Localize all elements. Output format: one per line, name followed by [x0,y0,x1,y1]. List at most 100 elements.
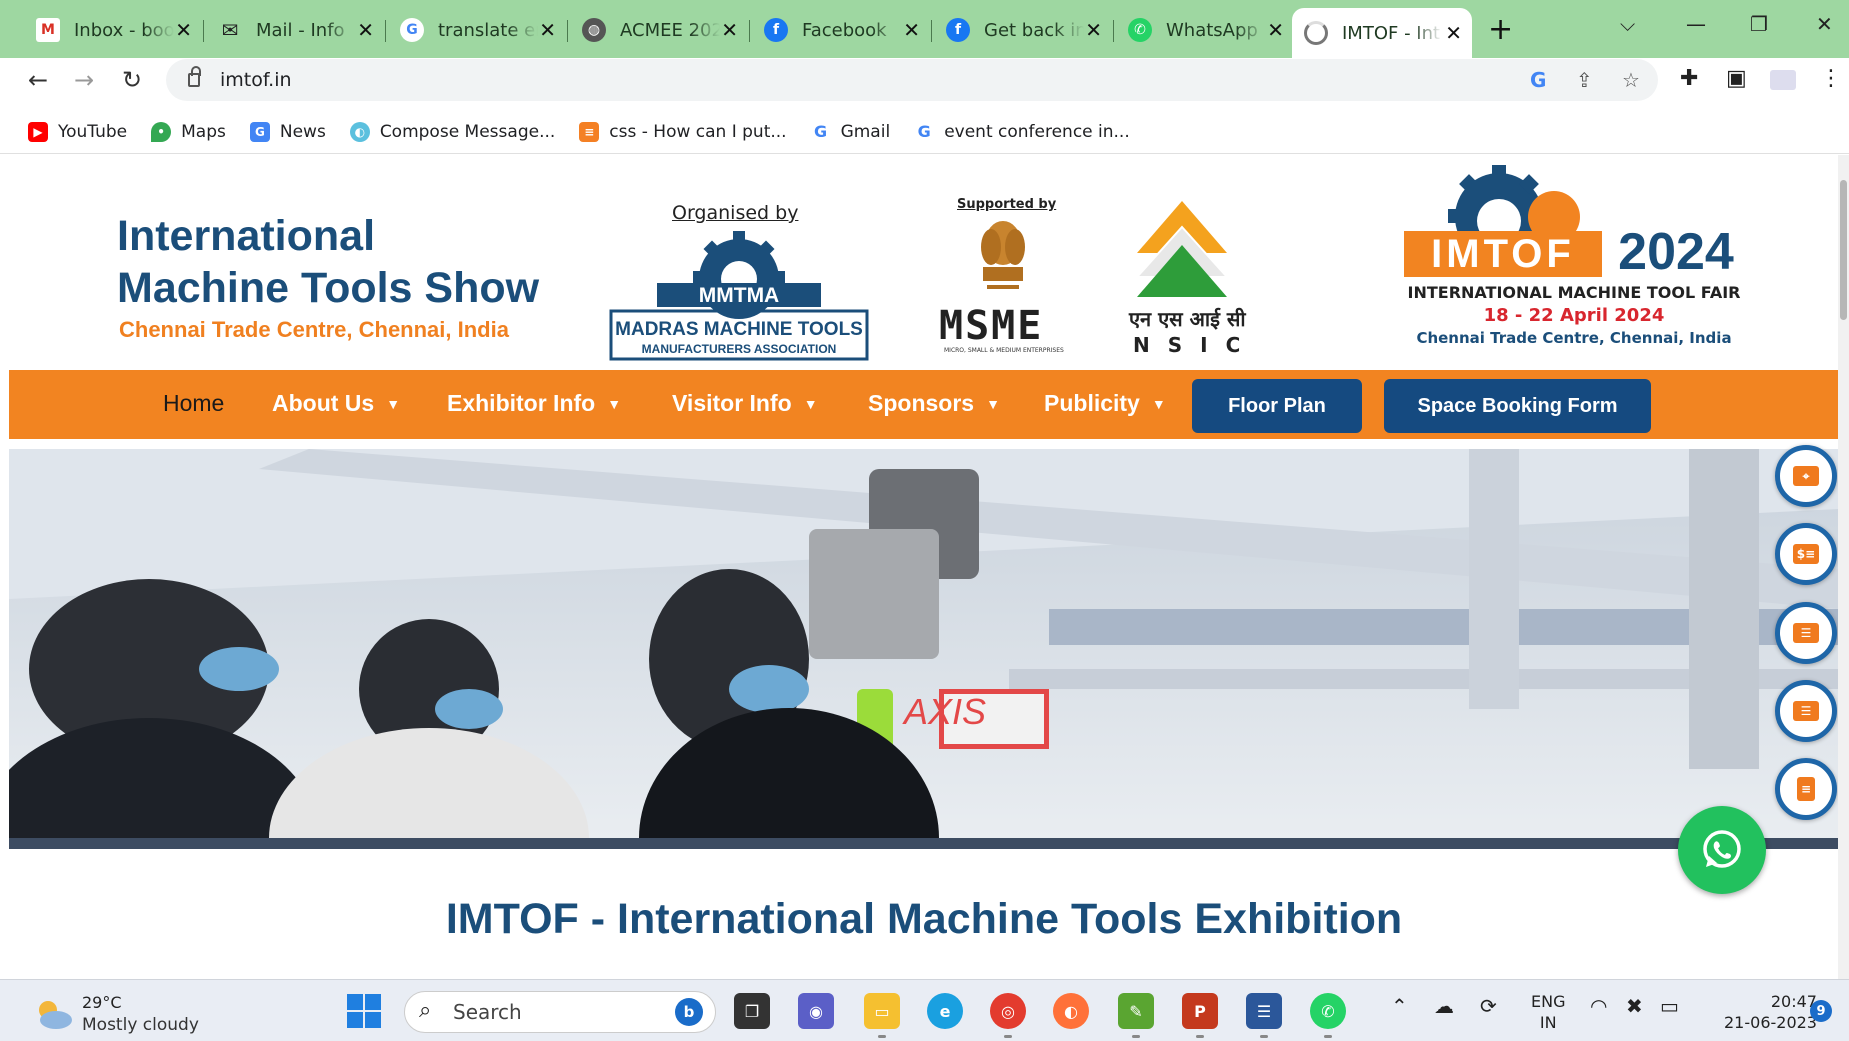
bookmark-label: YouTube [58,121,128,142]
nav-home[interactable]: Home [163,390,224,417]
whatsapp-icon[interactable]: ✆ [1310,993,1346,1038]
wifi-icon[interactable]: ◠ [1590,994,1607,1018]
volume-muted-icon[interactable]: ✖ [1626,994,1643,1018]
battery-icon[interactable]: ▭ [1660,994,1679,1018]
tab-label: WhatsApp [1166,19,1258,41]
close-icon[interactable]: ✕ [357,18,374,42]
sync-icon[interactable]: ⟳ [1480,994,1497,1018]
cloud-icon [39,1001,72,1029]
back-arrow-icon[interactable]: ← [28,66,48,94]
floor-plan-button[interactable]: Floor Plan [1192,379,1362,433]
gmail-icon: M [36,18,60,42]
tab-get-back-in[interactable]: f Get back in ✕ [934,10,1114,50]
star-bookmark-icon[interactable]: ☆ [1622,68,1640,92]
map-float-button[interactable]: ⌖ [1775,445,1837,507]
bookmark-compose[interactable]: ◐ Compose Message... [349,121,555,142]
tab-imtof[interactable]: IMTOF - Int ✕ [1292,8,1472,58]
site-subtitle: Chennai Trade Centre, Chennai, India [119,317,509,342]
bookmark-stackoverflow[interactable]: ≡ css - How can I put... [579,121,787,142]
nav-about-us[interactable]: About Us ▼ [272,390,400,417]
imtof-venue: Chennai Trade Centre, Chennai, India [1416,329,1732,347]
url-text[interactable]: imtof.in [220,69,292,91]
nav-label: Publicity [1044,390,1140,416]
bookmark-news[interactable]: G News [249,121,326,142]
close-icon[interactable]: ✕ [175,18,192,42]
whatsapp-chat-button[interactable] [1678,806,1766,894]
onedrive-cloud-icon[interactable]: ☁ [1434,994,1454,1018]
ticket-float-button[interactable]: $≡ [1775,523,1837,585]
tab-label: Mail - Info [256,19,345,41]
nav-label: About Us [272,390,375,416]
supported-by-label: Supported by [957,197,1057,212]
restore-icon[interactable]: ❐ [1750,12,1768,36]
firefox-icon[interactable]: ◐ [1053,993,1089,1029]
reload-icon[interactable]: ↻ [122,66,142,94]
notepadpp-icon[interactable]: ✎ [1118,993,1154,1038]
tab-gmail[interactable]: M Inbox - boo ✕ [24,10,204,50]
tab-acmee[interactable]: ◍ ACMEE 202 ✕ [570,10,750,50]
window-close-icon[interactable]: ✕ [1816,12,1833,36]
page-scrollbar[interactable] [1838,155,1849,979]
list-float-button-2[interactable]: ☰ [1775,680,1837,742]
weather-widget[interactable]: 29°C Mostly cloudy [34,992,199,1036]
file-explorer-icon[interactable]: ▭ [864,993,900,1038]
chevron-up-icon[interactable]: ⌃ [1391,994,1408,1018]
language-indicator[interactable]: ENG IN [1531,991,1565,1033]
site-title[interactable]: International Machine Tools Show [117,210,539,314]
side-panel-icon[interactable]: ▣ [1726,66,1747,91]
imtof-year: 2024 [1618,223,1734,281]
taskbar-search-label: Search [453,1000,522,1024]
nsic-logo [1134,201,1230,297]
tab-search-chevron-icon[interactable]: ⌵ [1620,12,1635,36]
teams-chat-icon[interactable]: ◉ [798,993,834,1029]
bookmark-maps[interactable]: • Maps [151,121,226,142]
close-icon[interactable]: ✕ [1267,18,1284,42]
new-tab-plus-icon[interactable]: + [1488,12,1513,47]
close-icon[interactable]: ✕ [721,18,738,42]
close-icon[interactable]: ✕ [1445,21,1462,45]
start-button[interactable] [346,993,382,1029]
google-lens-icon[interactable]: G [1530,68,1546,92]
chrome-icon[interactable]: ◎ [990,993,1026,1038]
tab-facebook[interactable]: f Facebook ✕ [752,10,932,50]
nav-visitor-info[interactable]: Visitor Info ▼ [672,390,818,417]
document-float-button[interactable]: ≡ [1775,758,1837,820]
bookmark-gmail[interactable]: G Gmail [810,121,890,142]
address-bar[interactable]: imtof.in G ⇪ ☆ [166,59,1658,101]
scrollbar-thumb[interactable] [1840,180,1847,320]
whatsapp-icon: ✆ [1128,18,1152,42]
bookmark-youtube[interactable]: ▶ YouTube [28,121,128,142]
taskbar-search[interactable]: ⌕ Search b [404,991,716,1033]
profile-avatar-icon[interactable] [1770,70,1796,90]
tab-whatsapp[interactable]: ✆ WhatsApp ✕ [1116,10,1296,50]
lock-icon[interactable] [188,66,201,87]
space-booking-button[interactable]: Space Booking Form [1384,379,1651,433]
tab-strip: M Inbox - boo ✕ ✉ Mail - Info ✕ G transl… [0,0,1849,58]
system-clock[interactable]: 20:47 21-06-2023 [1724,991,1817,1033]
mmtma-logo: MMTMA MADRAS MACHINE TOOLS MANUFACTURERS… [609,231,869,361]
nav-exhibitor-info[interactable]: Exhibitor Info ▼ [447,390,621,417]
share-icon[interactable]: ⇪ [1576,68,1593,92]
more-menu-icon[interactable]: ⋮ [1820,66,1842,91]
minimize-icon[interactable]: — [1686,12,1706,36]
list-float-button[interactable]: ☰ [1775,602,1837,664]
bookmarks-bar: ▶ YouTube • Maps G News ◐ Compose Messag… [0,110,1849,154]
tab-mail[interactable]: ✉ Mail - Info ✕ [206,10,386,50]
forward-arrow-icon[interactable]: → [74,66,94,94]
bookmark-event-conference[interactable]: G event conference in... [914,121,1130,142]
notepad-icon[interactable]: ☰ [1246,993,1282,1038]
tab-translate[interactable]: G translate en ✕ [388,10,568,50]
powerpoint-icon[interactable]: P [1182,993,1218,1038]
task-view-icon[interactable]: ❐ [734,993,770,1029]
bing-icon: b [675,998,703,1026]
tab-label: Facebook [802,19,887,41]
close-icon[interactable]: ✕ [1085,18,1102,42]
edge-icon[interactable]: e [927,993,963,1029]
nav-sponsors[interactable]: Sponsors ▼ [868,390,1000,417]
extensions-puzzle-icon[interactable]: ✚ [1680,66,1698,91]
tab-label: Get back in [984,19,1084,41]
close-icon[interactable]: ✕ [539,18,556,42]
notification-badge[interactable]: 9 [1810,1000,1832,1022]
nav-publicity[interactable]: Publicity ▼ [1044,390,1166,417]
close-icon[interactable]: ✕ [903,18,920,42]
